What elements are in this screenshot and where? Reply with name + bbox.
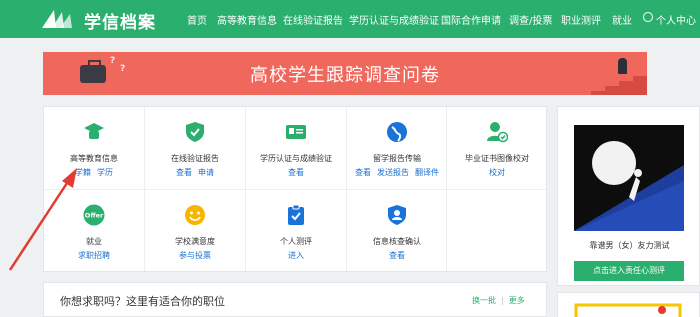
promo-card-2[interactable] <box>557 292 700 317</box>
link-apply[interactable]: 申请 <box>198 168 214 177</box>
service-title: 学历认证与成绩验证 <box>260 154 332 163</box>
service-certification: 学历认证与成绩验证 查看 <box>246 107 346 189</box>
change-batch-link[interactable]: 换一批 <box>472 296 496 305</box>
link-view[interactable]: 查看 <box>176 168 192 177</box>
responsibility-test-button[interactable]: 点击进入责任心测评 <box>574 261 684 281</box>
service-certificate-check: 毕业证书图像校对 校对 <box>447 107 547 189</box>
globe-icon <box>387 122 407 142</box>
top-nav: 学信档案 首页 高等教育信息 在线验证报告 学历认证与成绩验证 国际合作申请 调… <box>0 0 700 38</box>
service-title: 学校满意度 <box>175 237 215 246</box>
jobs-title: 你想求职吗？这里有适合你的职位 <box>60 295 225 308</box>
link-degree[interactable]: 学历 <box>97 168 113 177</box>
stairs-illustration <box>591 76 647 95</box>
shield-check-icon <box>186 122 204 142</box>
promo-decoration <box>570 299 688 317</box>
link-enter[interactable]: 进入 <box>288 251 304 260</box>
grad-cap-icon <box>84 123 104 139</box>
service-title: 留学报告传输 <box>373 154 421 163</box>
user-icon[interactable] <box>643 12 653 22</box>
service-title: 在线验证报告 <box>171 154 219 163</box>
link-vote[interactable]: 参与投票 <box>179 251 211 260</box>
promo-caption: 靠谱男（女）友力测试 <box>589 241 670 250</box>
nav-degree-certification[interactable]: 学历认证与成绩验证 <box>349 12 439 27</box>
service-satisfaction: 学校满意度 参与投票 <box>145 190 245 272</box>
link-view[interactable]: 查看 <box>288 168 304 177</box>
nav-career-test[interactable]: 职业测评 <box>561 12 601 27</box>
logo-icon[interactable] <box>40 6 76 32</box>
service-study-abroad: 留学报告传输 查看 发送报告 翻译件 <box>347 107 447 189</box>
services-panel: 高等教育信息 学籍 学历 在线验证报告 查看 申请 学历认证与成绩验证 查看 留学报… <box>43 106 547 272</box>
link-view[interactable]: 查看 <box>389 251 405 260</box>
more-link[interactable]: 更多 <box>509 296 525 305</box>
service-employment: Offer 就业 求职招聘 <box>44 190 144 272</box>
nav-online-verification[interactable]: 在线验证报告 <box>283 12 343 27</box>
service-higher-education: 高等教育信息 学籍 学历 <box>44 107 144 189</box>
user-shield-icon <box>388 205 406 225</box>
link-view[interactable]: 查看 <box>355 168 371 177</box>
brand-name[interactable]: 学信档案 <box>84 8 156 33</box>
nav-higher-education[interactable]: 高等教育信息 <box>217 12 277 27</box>
link-translation[interactable]: 翻译件 <box>415 168 439 177</box>
id-card-icon <box>286 125 306 139</box>
sisyphus-image[interactable] <box>574 125 684 231</box>
person-illustration <box>618 58 627 74</box>
smiley-icon <box>185 205 205 225</box>
link-job-search[interactable]: 求职招聘 <box>78 251 110 260</box>
service-title: 毕业证书图像校对 <box>465 154 529 163</box>
nav-home[interactable]: 首页 <box>187 12 207 27</box>
svg-text:Offer: Offer <box>85 212 104 220</box>
jobs-section: 你想求职吗？这里有适合你的职位 换一批 | 更多 <box>43 282 547 317</box>
service-online-report: 在线验证报告 查看 申请 <box>145 107 245 189</box>
service-title: 个人测评 <box>280 237 312 246</box>
offer-icon: Offer <box>83 204 105 226</box>
nav-survey-vote[interactable]: 调查/投票 <box>509 12 552 27</box>
service-personal-test: 个人测评 进入 <box>246 190 346 272</box>
user-check-icon <box>487 122 508 143</box>
checklist-icon <box>288 204 304 225</box>
link-enrollment[interactable]: 学籍 <box>75 168 91 177</box>
promo-card: 靠谱男（女）友力测试 点击进入责任心测评 <box>557 106 700 286</box>
banner-title: 高校学生跟踪调查问卷 <box>250 65 440 86</box>
link-verify[interactable]: 校对 <box>489 168 505 177</box>
service-title: 信息核查确认 <box>373 237 421 246</box>
nav-international[interactable]: 国际合作申请 <box>441 12 501 27</box>
nav-user-center[interactable]: 个人中心 <box>656 12 696 27</box>
survey-banner[interactable]: ? ? 高校学生跟踪调查问卷 <box>43 52 647 95</box>
service-title: 就业 <box>86 237 102 246</box>
service-info-verify: 信息核查确认 查看 <box>347 190 447 272</box>
service-title: 高等教育信息 <box>70 154 118 163</box>
nav-employment[interactable]: 就业 <box>612 12 632 27</box>
link-send-report[interactable]: 发送报告 <box>377 168 409 177</box>
